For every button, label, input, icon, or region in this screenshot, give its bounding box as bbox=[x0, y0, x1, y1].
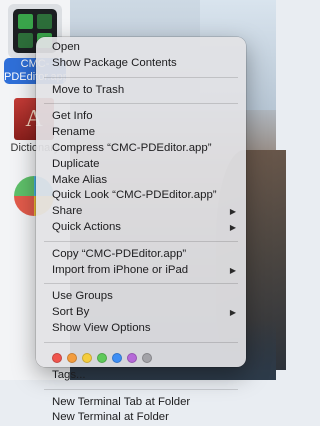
context-menu: Open Show Package Contents Move to Trash Ge… bbox=[36, 37, 246, 423]
menu-separator bbox=[44, 283, 238, 285]
menu-item-label: Share bbox=[52, 205, 83, 218]
context-menu-services: New Terminal Tab at Folder New Terminal a… bbox=[36, 395, 246, 426]
menu-item-label: Copy “CMC-PDEditor.app” bbox=[52, 247, 187, 260]
tag-orange-dot[interactable] bbox=[67, 352, 77, 363]
menu-separator bbox=[44, 388, 238, 390]
menu-item-rename[interactable]: Rename bbox=[36, 125, 246, 141]
menu-separator bbox=[44, 240, 238, 242]
menu-item-get-info[interactable]: Get Info bbox=[36, 109, 246, 125]
menu-item-label: Rename bbox=[52, 126, 96, 139]
menu-item-new-terminal-at-folder[interactable]: New Terminal at Folder bbox=[36, 410, 246, 426]
menu-item-label: Use Groups bbox=[52, 290, 113, 303]
app-icon-square bbox=[18, 14, 33, 29]
menu-item-import-from-iphone-or-ipad[interactable]: Import from iPhone or iPad ▶ bbox=[36, 263, 246, 279]
menu-item-label: Quick Look “CMC-PDEditor.app” bbox=[52, 189, 217, 202]
tag-yellow-dot[interactable] bbox=[82, 352, 92, 363]
menu-item-label: Get Info bbox=[52, 110, 93, 123]
menu-item-label: Make Alias bbox=[52, 173, 108, 186]
menu-item-make-alias[interactable]: Make Alias bbox=[36, 173, 246, 189]
app-icon-square bbox=[18, 33, 33, 48]
menu-separator bbox=[44, 341, 238, 343]
app-icon-square bbox=[37, 14, 52, 29]
menu-item-copy-cmc-pdeditor-app[interactable]: Copy “CMC-PDEditor.app” bbox=[36, 247, 246, 263]
menu-item-quick-actions[interactable]: Quick Actions ▶ bbox=[36, 220, 246, 236]
menu-item-sort-by[interactable]: Sort By ▶ bbox=[36, 305, 246, 321]
menu-item-share[interactable]: Share ▶ bbox=[36, 204, 246, 220]
menu-item-label: Import from iPhone or iPad bbox=[52, 263, 189, 276]
menu-item-open[interactable]: Open bbox=[36, 40, 246, 56]
menu-item-tags[interactable]: Tags... bbox=[36, 368, 246, 384]
submenu-arrow-icon: ▶ bbox=[229, 222, 236, 232]
menu-item-show-view-options[interactable]: Show View Options bbox=[36, 321, 246, 337]
tag-red-dot[interactable] bbox=[52, 352, 62, 363]
submenu-arrow-icon: ▶ bbox=[229, 265, 236, 275]
submenu-arrow-icon: ▶ bbox=[229, 308, 236, 318]
menu-item-label: Duplicate bbox=[52, 157, 100, 170]
menu-item-quick-look-cmc-pdeditor-app[interactable]: Quick Look “CMC-PDEditor.app” bbox=[36, 188, 246, 204]
menu-item-label: Sort By bbox=[52, 306, 90, 319]
tag-gray-dot[interactable] bbox=[142, 352, 152, 363]
context-menu-items: Open Show Package Contents Move to Trash Ge… bbox=[36, 40, 246, 337]
tag-blue-dot[interactable] bbox=[112, 352, 122, 363]
menu-item-new-terminal-tab-at-folder[interactable]: New Terminal Tab at Folder bbox=[36, 395, 246, 411]
menu-item-compress-cmc-pdeditor-app[interactable]: Compress “CMC-PDEditor.app” bbox=[36, 141, 246, 157]
tag-color-row bbox=[36, 348, 246, 368]
tag-green-dot[interactable] bbox=[97, 352, 107, 363]
menu-item-label: Show Package Contents bbox=[52, 56, 177, 69]
menu-item-label: Move to Trash bbox=[52, 83, 125, 96]
menu-separator bbox=[44, 103, 238, 105]
menu-item-show-package-contents[interactable]: Show Package Contents bbox=[36, 56, 246, 72]
menu-item-move-to-trash[interactable]: Move to Trash bbox=[36, 83, 246, 99]
menu-item-label: Show View Options bbox=[52, 321, 151, 334]
menu-separator bbox=[44, 76, 238, 78]
menu-item-label: Compress “CMC-PDEditor.app” bbox=[52, 141, 212, 154]
menu-item-use-groups[interactable]: Use Groups bbox=[36, 289, 246, 305]
submenu-arrow-icon: ▶ bbox=[229, 207, 236, 217]
tag-purple-dot[interactable] bbox=[127, 352, 137, 363]
menu-item-duplicate[interactable]: Duplicate bbox=[36, 157, 246, 173]
menu-item-label: Quick Actions bbox=[52, 220, 122, 233]
menu-item-label: Open bbox=[52, 41, 80, 53]
